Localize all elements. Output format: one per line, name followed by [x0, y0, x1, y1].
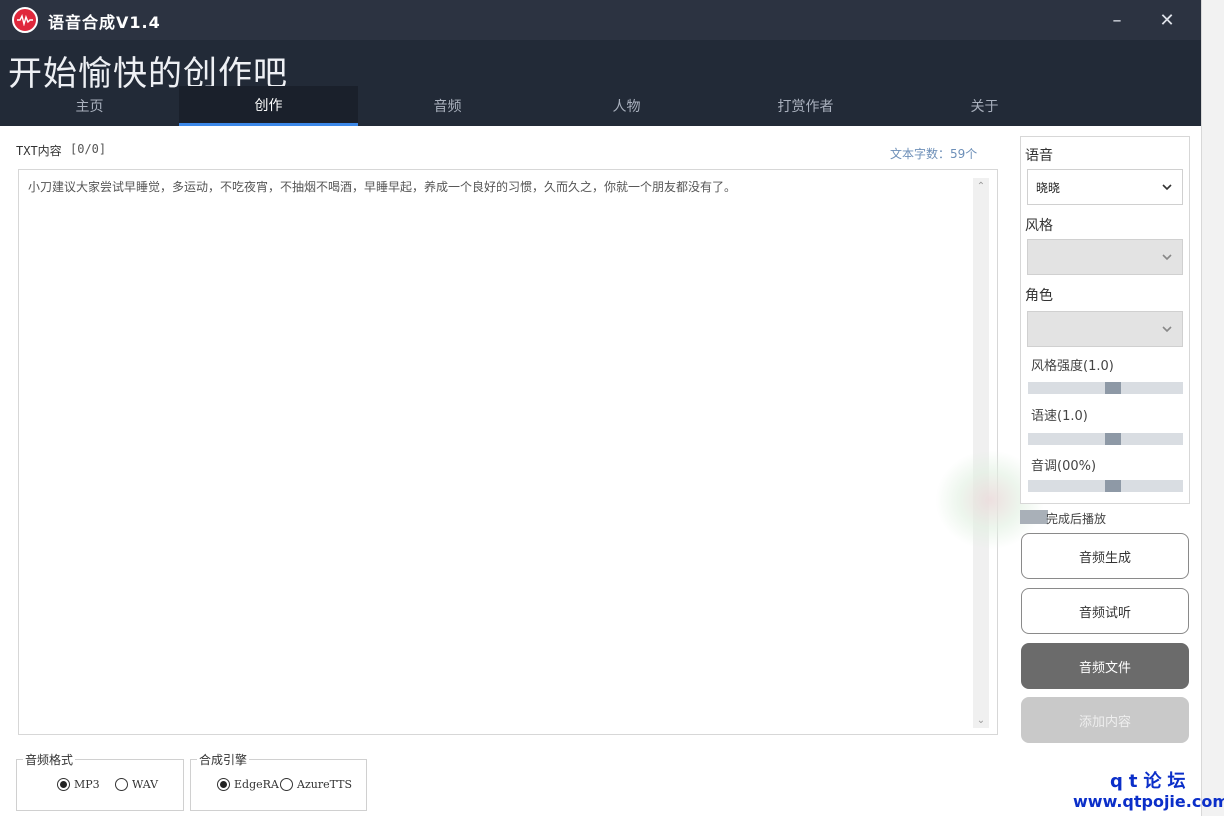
- role-select[interactable]: [1027, 311, 1183, 347]
- tab-bar: 主页 创作 音频 人物 打赏作者 关于: [0, 86, 1201, 126]
- format-group-title: 音频格式: [23, 751, 76, 768]
- format-groupbox: 音频格式 MP3 WAV: [16, 751, 184, 811]
- app-logo-icon: [12, 7, 38, 33]
- speed-label: 语速(1.0): [1031, 409, 1088, 424]
- watermark-url: www.qtpojie.com: [1073, 792, 1224, 811]
- close-button[interactable]: ✕: [1144, 0, 1190, 40]
- radio-mp3[interactable]: MP3: [57, 778, 100, 791]
- voice-select[interactable]: 晓晓: [1027, 169, 1183, 205]
- minimize-button[interactable]: –: [1094, 0, 1140, 40]
- chevron-down-icon: [1160, 180, 1174, 194]
- title-bar: 语音合成V1.4 – ✕: [0, 0, 1201, 40]
- radio-azuretts[interactable]: AzureTTS: [280, 778, 352, 791]
- radio-wav[interactable]: WAV: [115, 778, 158, 791]
- pitch-slider[interactable]: [1028, 480, 1183, 492]
- minimize-icon: –: [1112, 9, 1122, 31]
- editor-text[interactable]: 小刀建议大家尝试早睡觉，多运动，不吃夜宵，不抽烟不喝酒，早睡早起，养成一个良好的…: [28, 178, 968, 196]
- tab-create[interactable]: 创作: [179, 86, 358, 126]
- autoplay-label: 完成后播放: [1046, 512, 1107, 526]
- radio-edgera-label: EdgeRA: [234, 778, 279, 791]
- tab-donate[interactable]: 打赏作者: [716, 86, 895, 126]
- style-strength-thumb[interactable]: [1105, 382, 1121, 394]
- style-label: 风格: [1025, 218, 1053, 234]
- app-window: 语音合成V1.4 – ✕ 开始愉快的创作吧 主页 创作 音频 人物 打赏作者 关…: [0, 0, 1224, 816]
- chevron-down-icon: [1160, 322, 1174, 336]
- txt-counter: [0/0]: [70, 142, 107, 156]
- radio-azuretts-indicator[interactable]: [280, 778, 293, 791]
- voice-label: 语音: [1025, 148, 1053, 164]
- radio-wav-label: WAV: [132, 778, 159, 791]
- pitch-thumb[interactable]: [1105, 480, 1121, 492]
- speed-slider[interactable]: [1028, 433, 1183, 445]
- engine-group-title: 合成引擎: [197, 751, 250, 768]
- char-count-label: 文本字数：59个: [890, 147, 978, 161]
- app-title: 语音合成V1.4: [48, 13, 161, 32]
- preview-audio-button[interactable]: 音频试听: [1021, 588, 1189, 634]
- scroll-down-icon[interactable]: ⌄: [973, 712, 989, 728]
- radio-edgera-indicator[interactable]: [217, 778, 230, 791]
- tab-about[interactable]: 关于: [895, 86, 1074, 126]
- generate-audio-button[interactable]: 音频生成: [1021, 533, 1189, 579]
- style-strength-slider[interactable]: [1028, 382, 1183, 394]
- pitch-label: 音调(00%): [1031, 459, 1097, 474]
- style-strength-label: 风格强度(1.0): [1031, 359, 1114, 374]
- autoplay-checkbox[interactable]: [1020, 510, 1048, 524]
- style-select[interactable]: [1027, 239, 1183, 275]
- radio-mp3-label: MP3: [74, 778, 100, 791]
- radio-edgera[interactable]: EdgeRA: [217, 778, 279, 791]
- radio-mp3-indicator[interactable]: [57, 778, 70, 791]
- engine-groupbox: 合成引擎 EdgeRA AzureTTS: [190, 751, 367, 811]
- speed-thumb[interactable]: [1105, 433, 1121, 445]
- watermark-title: qt论坛: [1110, 771, 1192, 792]
- chevron-down-icon: [1160, 250, 1174, 264]
- text-editor[interactable]: 小刀建议大家尝试早睡觉，多运动，不吃夜宵，不抽烟不喝酒，早睡早起，养成一个良好的…: [18, 169, 998, 735]
- voice-select-value: 晓晓: [1036, 180, 1061, 195]
- add-content-button[interactable]: 添加内容: [1021, 697, 1189, 743]
- txt-content-label: TXT内容: [16, 144, 62, 158]
- radio-wav-indicator[interactable]: [115, 778, 128, 791]
- close-icon: ✕: [1159, 9, 1175, 31]
- scroll-up-icon[interactable]: ⌃: [973, 178, 989, 194]
- audio-file-button[interactable]: 音频文件: [1021, 643, 1189, 689]
- tab-characters[interactable]: 人物: [537, 86, 716, 126]
- role-label: 角色: [1025, 288, 1053, 304]
- window-edge: [1201, 0, 1224, 816]
- header: 开始愉快的创作吧 主页 创作 音频 人物 打赏作者 关于: [0, 40, 1201, 126]
- radio-azuretts-label: AzureTTS: [297, 778, 353, 791]
- tab-home[interactable]: 主页: [0, 86, 179, 126]
- tab-audio[interactable]: 音频: [358, 86, 537, 126]
- settings-panel: 语音 晓晓 风格 角色 风格强度(1.0) 语速(1.0) 音调(00%): [1020, 136, 1190, 504]
